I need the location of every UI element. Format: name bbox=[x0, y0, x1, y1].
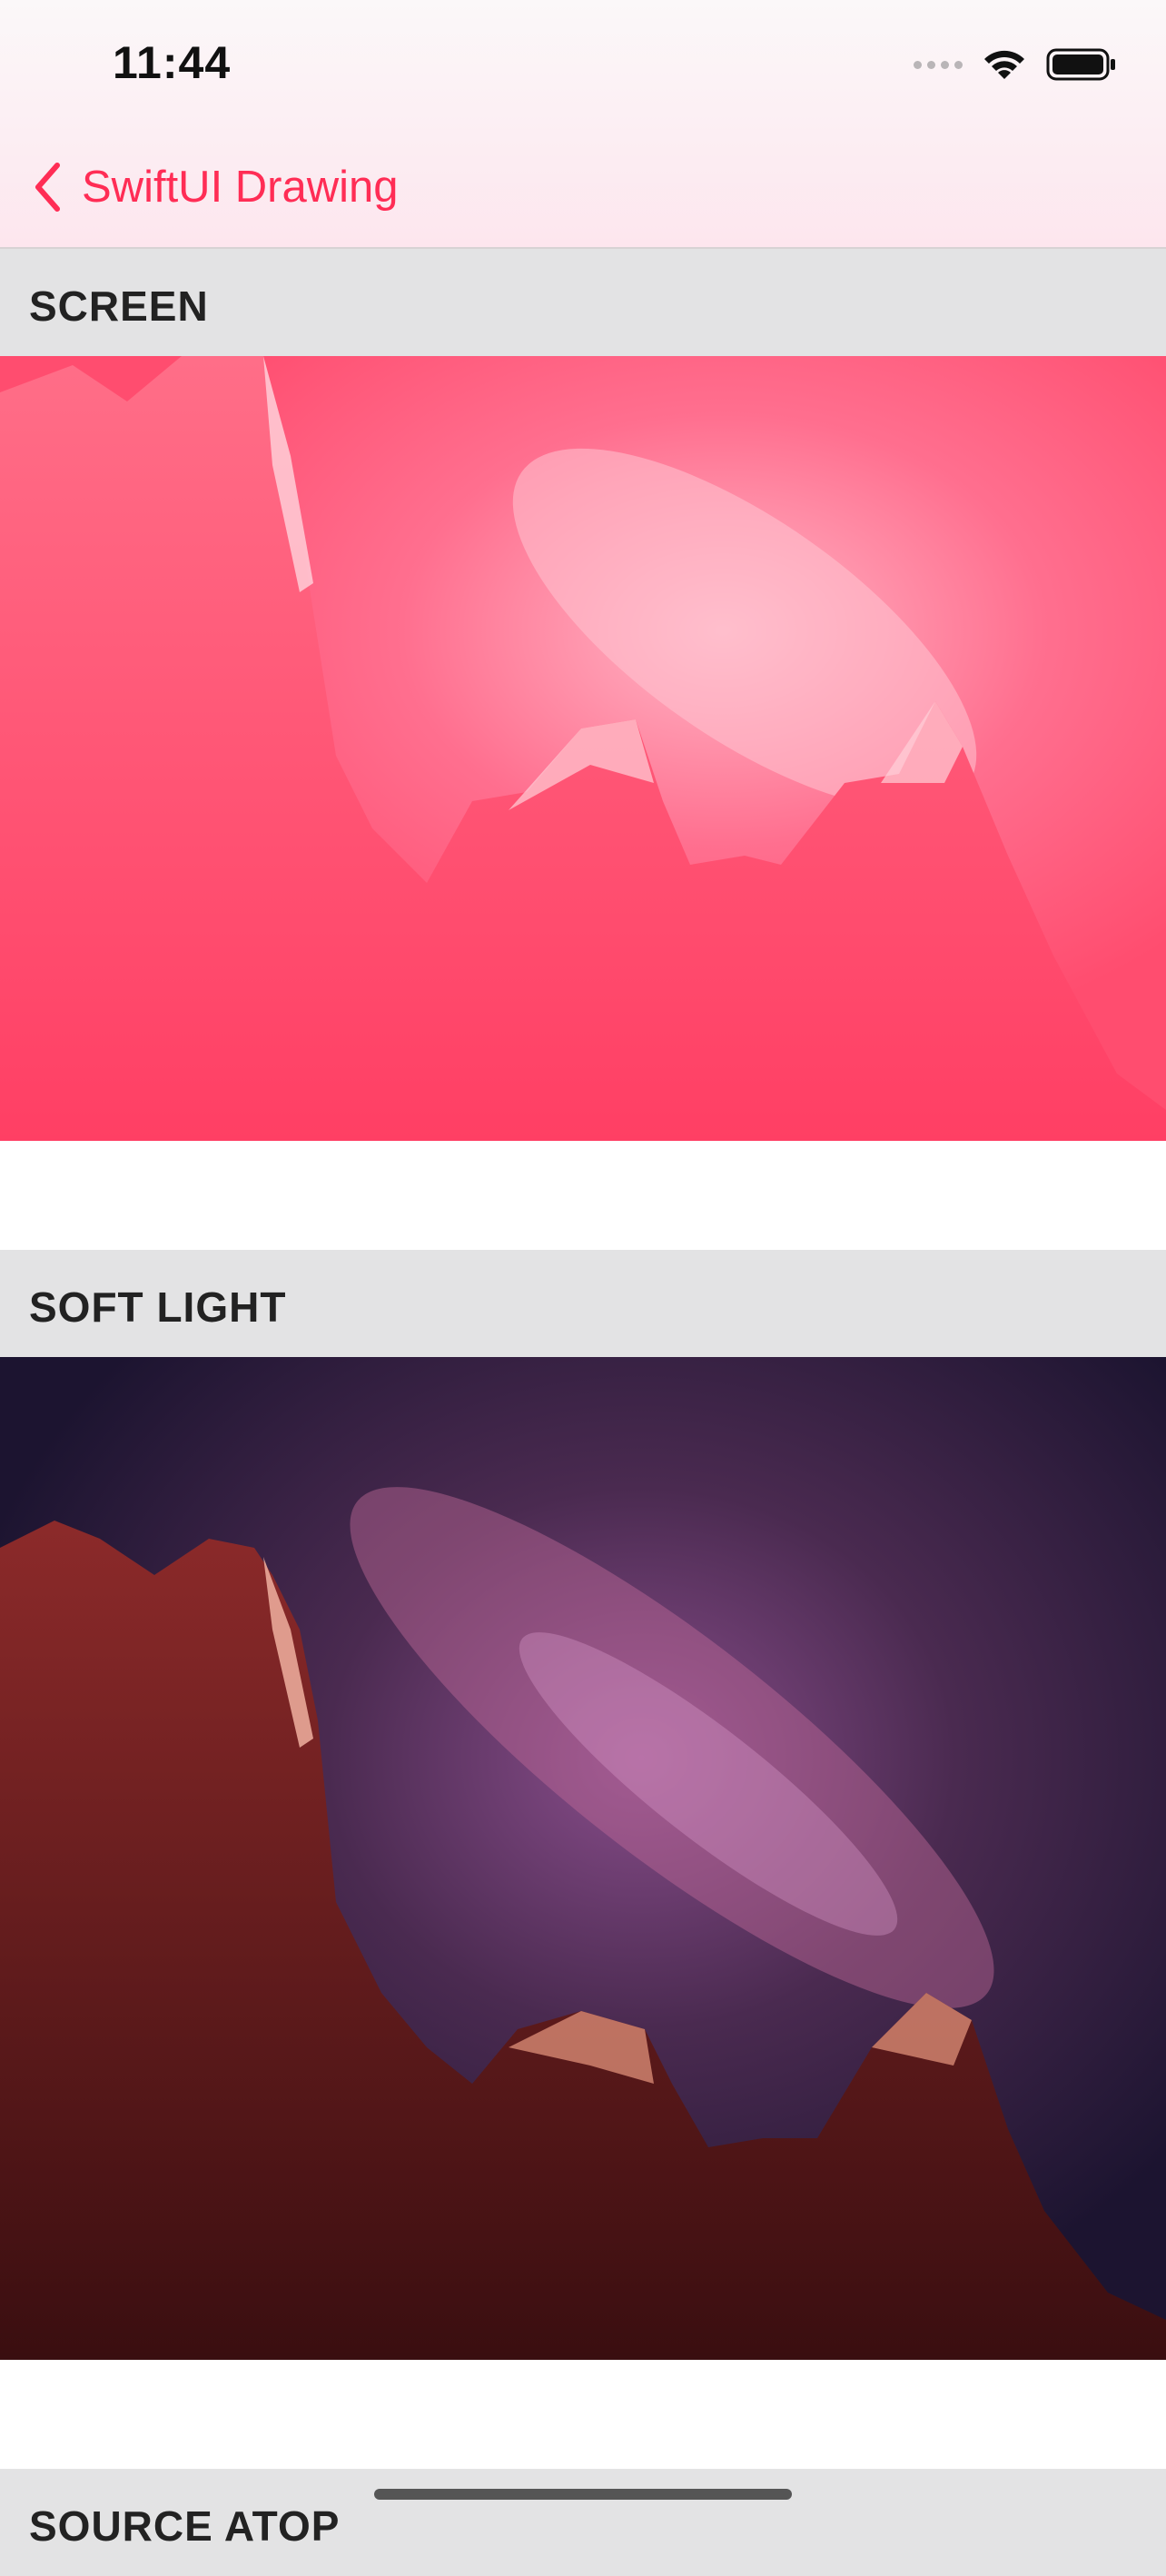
navigation-bar: 11:44 SwiftUI Drawing bbox=[0, 0, 1166, 249]
screen-blend-image bbox=[0, 356, 1166, 1141]
status-time: 11:44 bbox=[113, 37, 232, 88]
section-title: SOFT LIGHT bbox=[29, 1283, 287, 1331]
chevron-left-icon bbox=[35, 163, 60, 212]
section-title: SCREEN bbox=[29, 282, 209, 330]
soft-light-blend-image bbox=[0, 1357, 1166, 2360]
wifi-icon bbox=[981, 46, 1028, 83]
battery-icon bbox=[1046, 46, 1117, 83]
back-button[interactable]: SwiftUI Drawing bbox=[33, 160, 399, 214]
section-header-soft-light: SOFT LIGHT bbox=[0, 1250, 1166, 1357]
home-indicator[interactable] bbox=[374, 2489, 792, 2500]
back-button-label: SwiftUI Drawing bbox=[82, 163, 399, 212]
status-icons bbox=[914, 44, 1117, 85]
section-title: SOURCE ATOP bbox=[29, 2502, 341, 2550]
section-header-screen: SCREEN bbox=[0, 249, 1166, 356]
section-header-source-atop: SOURCE ATOP bbox=[0, 2469, 1166, 2576]
signal-icon bbox=[914, 60, 963, 69]
